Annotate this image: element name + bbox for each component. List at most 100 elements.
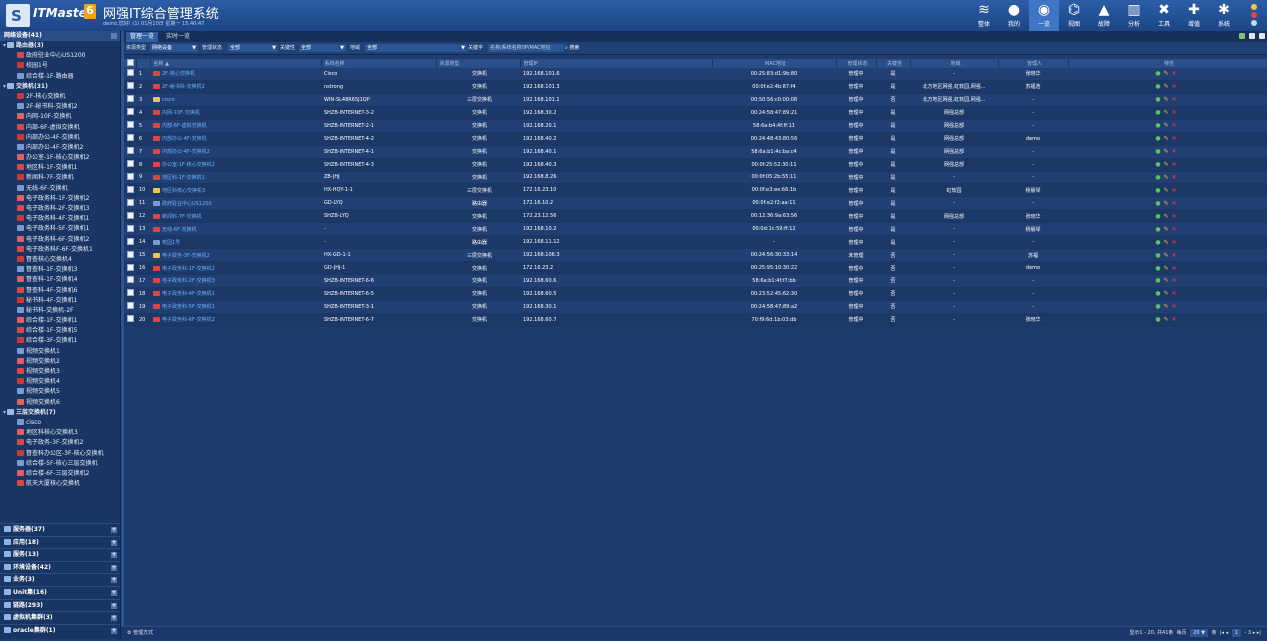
status-dot-icon[interactable]: ● — [1155, 265, 1160, 272]
nav-plus[interactable]: ✚ 增值 — [1179, 0, 1209, 31]
tree-item[interactable]: 电子政务科-6F-交换机2 — [0, 235, 120, 245]
status-dot-icon[interactable]: ● — [1155, 200, 1160, 207]
device-name-link[interactable]: 无线-6F-交换机 — [162, 227, 197, 233]
tree-item[interactable]: 内网-10F-交换机 — [0, 112, 120, 122]
tree-item[interactable]: 内部办公-4F-交换机 — [0, 133, 120, 143]
column-header[interactable]: 名称 ▲ — [150, 59, 322, 68]
edit-icon[interactable]: ✎ — [1164, 303, 1169, 310]
table-row[interactable]: 11 政府驻业中心US1200 GD-LYQ 路由器 172.16.10.2 00:0f:… — [124, 196, 1267, 211]
tree-group[interactable]: ▾ 三层交换机(7) — [0, 408, 120, 418]
status-dot-icon[interactable]: ● — [1155, 83, 1160, 90]
status-dot-icon[interactable]: ● — [1155, 239, 1160, 246]
table-row[interactable]: 19 电子政务科-5F-交换机1 SHZB-INTERNET-3-1 交换机 192.1… — [124, 300, 1267, 314]
table-row[interactable]: 5 内部-6F-虚拟交换机 SHZB-INTERNET-2-1 交换机 192.168.… — [124, 119, 1267, 133]
delete-icon[interactable]: ✕ — [1172, 290, 1177, 297]
device-name-cell[interactable]: 政府驻业中心US1200 — [150, 196, 321, 211]
device-name-link[interactable]: 电子政务科-6F-交换机2 — [162, 317, 215, 323]
delete-icon[interactable]: ✕ — [1172, 135, 1177, 142]
row-checkbox[interactable] — [127, 108, 134, 116]
row-checkbox[interactable] — [127, 95, 134, 103]
expand-plus-icon[interactable]: + — [111, 627, 117, 634]
res-type-select[interactable]: 网络设备 ▼ — [150, 44, 198, 52]
row-checkbox[interactable] — [127, 147, 134, 155]
device-name-link[interactable]: 政府驻业中心US1200 — [162, 201, 212, 207]
status-dot-icon[interactable]: ● — [1155, 135, 1160, 142]
tree-item[interactable]: 综合楼-1F-路由器 — [0, 72, 120, 82]
nav-layers[interactable]: ≋ 整体 — [969, 0, 999, 31]
row-checkbox-cell[interactable] — [124, 145, 136, 159]
device-name-link[interactable]: 2F-秘书科-交换机2 — [162, 84, 205, 90]
row-checkbox[interactable] — [127, 185, 134, 193]
row-checkbox-cell[interactable] — [124, 287, 136, 301]
sidebar-category[interactable]: 服务器(37) + — [0, 523, 120, 536]
delete-icon[interactable]: ✕ — [1172, 109, 1177, 116]
tree-item[interactable]: 督查科-4F-交换机6 — [0, 286, 120, 296]
tree-item[interactable]: 校园1号 — [0, 61, 120, 71]
status-dot-icon[interactable]: ● — [1155, 148, 1160, 155]
collapse-icon[interactable] — [111, 33, 117, 39]
device-name-cell[interactable]: 地区科-1F-交换机1 — [150, 171, 321, 185]
expand-plus-icon[interactable]: + — [111, 564, 117, 571]
notification-icon[interactable] — [1251, 4, 1257, 10]
table-row[interactable]: 2 2F-秘书科-交换机2 nstrong 交换机 192.168.101.3 00:0f… — [124, 80, 1267, 94]
edit-icon[interactable]: ✎ — [1164, 135, 1169, 142]
table-row[interactable]: 6 内部办公-4F-交换机 SHZB-INTERNET-4-2 交换机 192.168.… — [124, 132, 1267, 146]
sidebar-category[interactable]: 链路(293) + — [0, 598, 120, 612]
tree-item[interactable]: 政府驻业中心US1200 — [0, 51, 120, 61]
table-row[interactable]: 9 地区科-1F-交换机1 ZB-JHJ 交换机 192.168.8.26 00:0f:0… — [124, 171, 1267, 185]
mgmt-state-select[interactable]: 全部 ▼ — [228, 44, 278, 52]
row-checkbox[interactable] — [127, 315, 134, 323]
tree-item[interactable]: 电子政务科-2F-交换机3 — [0, 204, 120, 214]
device-name-link[interactable]: 电子政务科-4F-交换机1 — [162, 291, 215, 297]
tab-realtime[interactable]: 实时一览 — [162, 32, 194, 42]
edit-icon[interactable]: ✎ — [1164, 252, 1169, 259]
device-name-cell[interactable]: 内网-10F-交换机 — [150, 106, 321, 120]
first-page-icon[interactable]: |◂ — [1220, 630, 1224, 636]
tree-item[interactable]: 秘书科-4F-交换机1 — [0, 296, 120, 306]
row-checkbox[interactable] — [127, 302, 134, 310]
delete-icon[interactable]: ✕ — [1172, 148, 1177, 155]
row-checkbox[interactable] — [127, 160, 134, 168]
status-dot-icon[interactable]: ● — [1155, 290, 1160, 297]
table-row[interactable]: 18 电子政务科-4F-交换机1 SHZB-INTERNET-6-5 交换机 192.1… — [124, 287, 1267, 301]
mgmt-mode-link[interactable]: ⚙ 管理方式 — [127, 627, 153, 640]
status-dot-icon[interactable]: ● — [1155, 174, 1160, 181]
device-name-cell[interactable]: 办公室-1F-核心交换机2 — [150, 158, 321, 172]
edit-icon[interactable]: ✎ — [1164, 122, 1169, 129]
device-name-cell[interactable]: 无线-6F-交换机 — [150, 222, 321, 237]
status-dot-icon[interactable]: ● — [1155, 109, 1160, 116]
tree-item[interactable]: 综合楼-3F-交换机1 — [0, 336, 120, 346]
tree-item[interactable]: 内部办公-4F-交换机2 — [0, 143, 120, 153]
tree-item[interactable]: 地区科核心交换机3 — [0, 428, 120, 438]
sidebar-category[interactable]: oracle集群(1) + — [0, 623, 120, 637]
device-name-link[interactable]: 内部办公-4F-交换机2 — [162, 149, 210, 155]
sidebar-category[interactable]: 业务(3) + — [0, 573, 120, 586]
delete-icon[interactable]: ✕ — [1172, 252, 1177, 259]
alarm-icon[interactable] — [1251, 12, 1257, 18]
status-dot-icon[interactable]: ● — [1155, 187, 1160, 194]
tree-item[interactable]: 电子政务科-1F-交换机2 — [0, 194, 120, 204]
tree-item[interactable]: 电子政务科-5F-交换机1 — [0, 224, 120, 234]
tree-group[interactable]: ▾ 交换机(31) — [0, 82, 120, 92]
table-row[interactable]: 15 电子政务-3F-交换机2 HX-GD-1-1 三层交换机 192.168.106.… — [124, 248, 1267, 263]
table-row[interactable]: 16 电子政务科-1F-交换机2 GD-JHJ-1 交换机 172.16.23.2 00:… — [124, 261, 1267, 275]
row-checkbox-cell[interactable] — [124, 274, 136, 288]
page-input[interactable]: 1 — [1231, 629, 1241, 637]
sidebar-category[interactable]: 应用(18) + — [0, 535, 120, 549]
delete-icon[interactable]: ✕ — [1172, 187, 1177, 194]
row-checkbox[interactable] — [127, 121, 134, 129]
delete-icon[interactable]: ✕ — [1172, 83, 1177, 90]
device-name-link[interactable]: 电子政务科-2F-交换机3 — [162, 278, 215, 284]
tree-item[interactable]: 内部-6F-虚拟交换机 — [0, 123, 120, 133]
sidebar-category[interactable]: 环境设备(42) + — [0, 560, 120, 574]
device-name-cell[interactable]: 电子政务科-4F-交换机1 — [150, 287, 321, 301]
device-name-cell[interactable]: 校园1号 — [150, 235, 321, 250]
expand-plus-icon[interactable]: + — [111, 602, 117, 609]
tree-item[interactable]: 综合楼-5F-核心三层交换机 — [0, 459, 120, 469]
table-row[interactable]: 20 电子政务科-6F-交换机2 SHZB-INTERNET-6-7 交换机 192.1… — [124, 313, 1267, 327]
row-checkbox-cell[interactable] — [124, 80, 136, 94]
tree-item[interactable]: 视频交换机1 — [0, 347, 120, 357]
delete-icon[interactable]: ✕ — [1172, 213, 1177, 220]
edit-icon[interactable]: ✎ — [1164, 187, 1169, 194]
row-checkbox[interactable] — [127, 263, 134, 271]
